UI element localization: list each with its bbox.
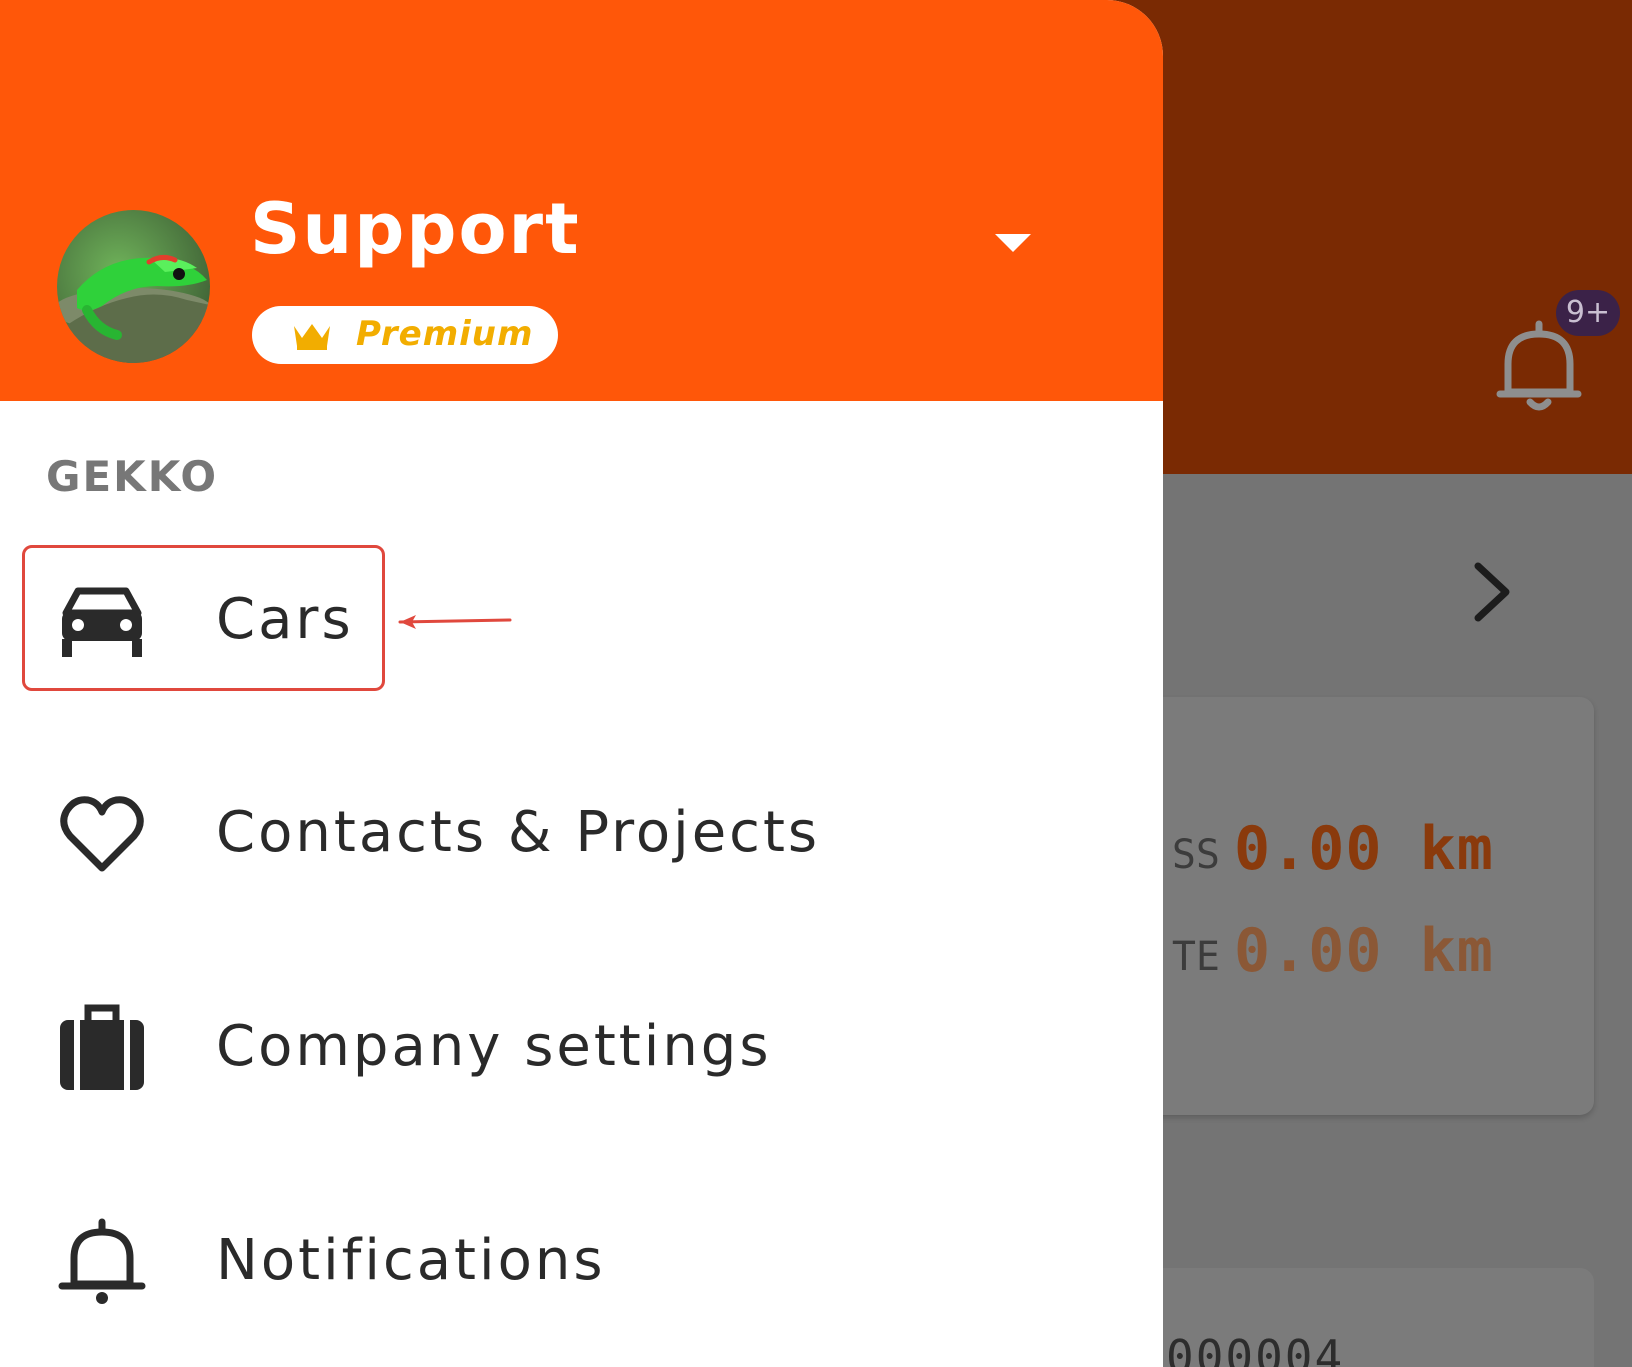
arrow-left-icon <box>398 615 512 629</box>
menu-item-contacts-projects[interactable]: Contacts & Projects <box>0 764 1163 904</box>
notification-count-badge: 9+ <box>1556 290 1620 336</box>
avatar[interactable] <box>57 210 210 363</box>
navigation-drawer: Support Premium GEKKO Cars Contacts & Pr… <box>0 0 1163 1367</box>
menu-item-company-settings[interactable]: Company settings <box>0 978 1163 1118</box>
briefcase-icon <box>60 1004 144 1090</box>
gecko-avatar-image <box>57 254 210 363</box>
menu-item-label: Notifications <box>216 1228 606 1293</box>
drawer-header: Support Premium <box>0 0 1163 401</box>
highlight-box <box>22 545 385 691</box>
section-title: GEKKO <box>46 452 219 501</box>
heart-icon <box>60 796 144 872</box>
premium-badge: Premium <box>252 306 558 364</box>
app-screen: 9+ SS 0.00 km TE 0.00 km 000004 Support … <box>0 0 1632 1367</box>
account-dropdown-button[interactable] <box>990 228 1036 260</box>
premium-label: Premium <box>356 314 534 354</box>
menu-item-notifications[interactable]: Notifications <box>0 1192 1163 1332</box>
crown-icon <box>294 324 330 350</box>
stats-row-value: 0.00 km <box>1234 814 1494 884</box>
bell-icon <box>58 1218 146 1304</box>
user-name: Support <box>250 188 581 270</box>
menu-item-label: Company settings <box>216 1014 772 1079</box>
chevron-right-icon[interactable] <box>1470 560 1514 624</box>
caret-down-icon <box>995 234 1031 252</box>
item-code: 000004 <box>1166 1330 1345 1367</box>
stats-card <box>1100 697 1594 1115</box>
menu-item-label: Contacts & Projects <box>216 800 821 865</box>
stats-row-value: 0.00 km <box>1234 916 1494 986</box>
